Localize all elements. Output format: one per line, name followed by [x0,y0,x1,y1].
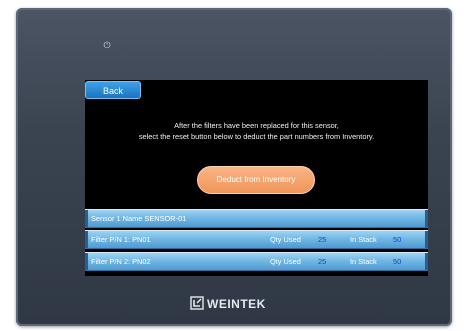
filter-1-stock-value: 50 [393,235,402,244]
row-edge-right [425,253,428,270]
brand-logo-icon [190,296,204,310]
instruction-text: After the filters have been replaced for… [85,120,428,142]
hmi-screen: Back After the filters have been replace… [85,80,428,276]
filter-2-qty-value: 25 [318,257,327,266]
row-edge-left [85,231,88,248]
brand-name: WEINTEK [207,297,266,311]
filter-1-stock-label: In Stack [350,235,377,244]
sensor-name-row: Sensor 1 Name SENSOR-01 [85,209,428,228]
power-icon: ⏻ [103,40,111,50]
row-edge-right [425,231,428,248]
filter-row-2: Filter P/N 2: PN02 Qty Used 25 In Stack … [85,252,428,271]
filter-2-stock-label: In Stack [350,257,377,266]
hmi-device-bezel: ⏻ Back After the filters have been repla… [16,8,452,326]
filter-row-1: Filter P/N 1: PN01 Qty Used 25 In Stack … [85,230,428,249]
filter-1-qty-value: 25 [318,235,327,244]
instruction-line-2: select the reset button below to deduct … [138,132,375,141]
filter-2-label: Filter P/N 2: PN02 [91,257,151,266]
instruction-line-1: After the filters have been replaced for… [174,121,339,130]
sensor-name-label: Sensor 1 Name SENSOR-01 [91,214,187,223]
row-edge-left [85,253,88,270]
filter-1-label: Filter P/N 1: PN01 [91,235,151,244]
filter-1-qty-label: Qty Used [270,235,301,244]
brand-logo: WEINTEK [190,295,266,313]
filter-2-qty-label: Qty Used [270,257,301,266]
row-edge-left [85,210,88,227]
filter-2-stock-value: 50 [393,257,402,266]
row-edge-right [425,210,428,227]
back-button[interactable]: Back [85,81,141,99]
deduct-from-inventory-button[interactable]: Deduct from Inventory [197,166,315,194]
